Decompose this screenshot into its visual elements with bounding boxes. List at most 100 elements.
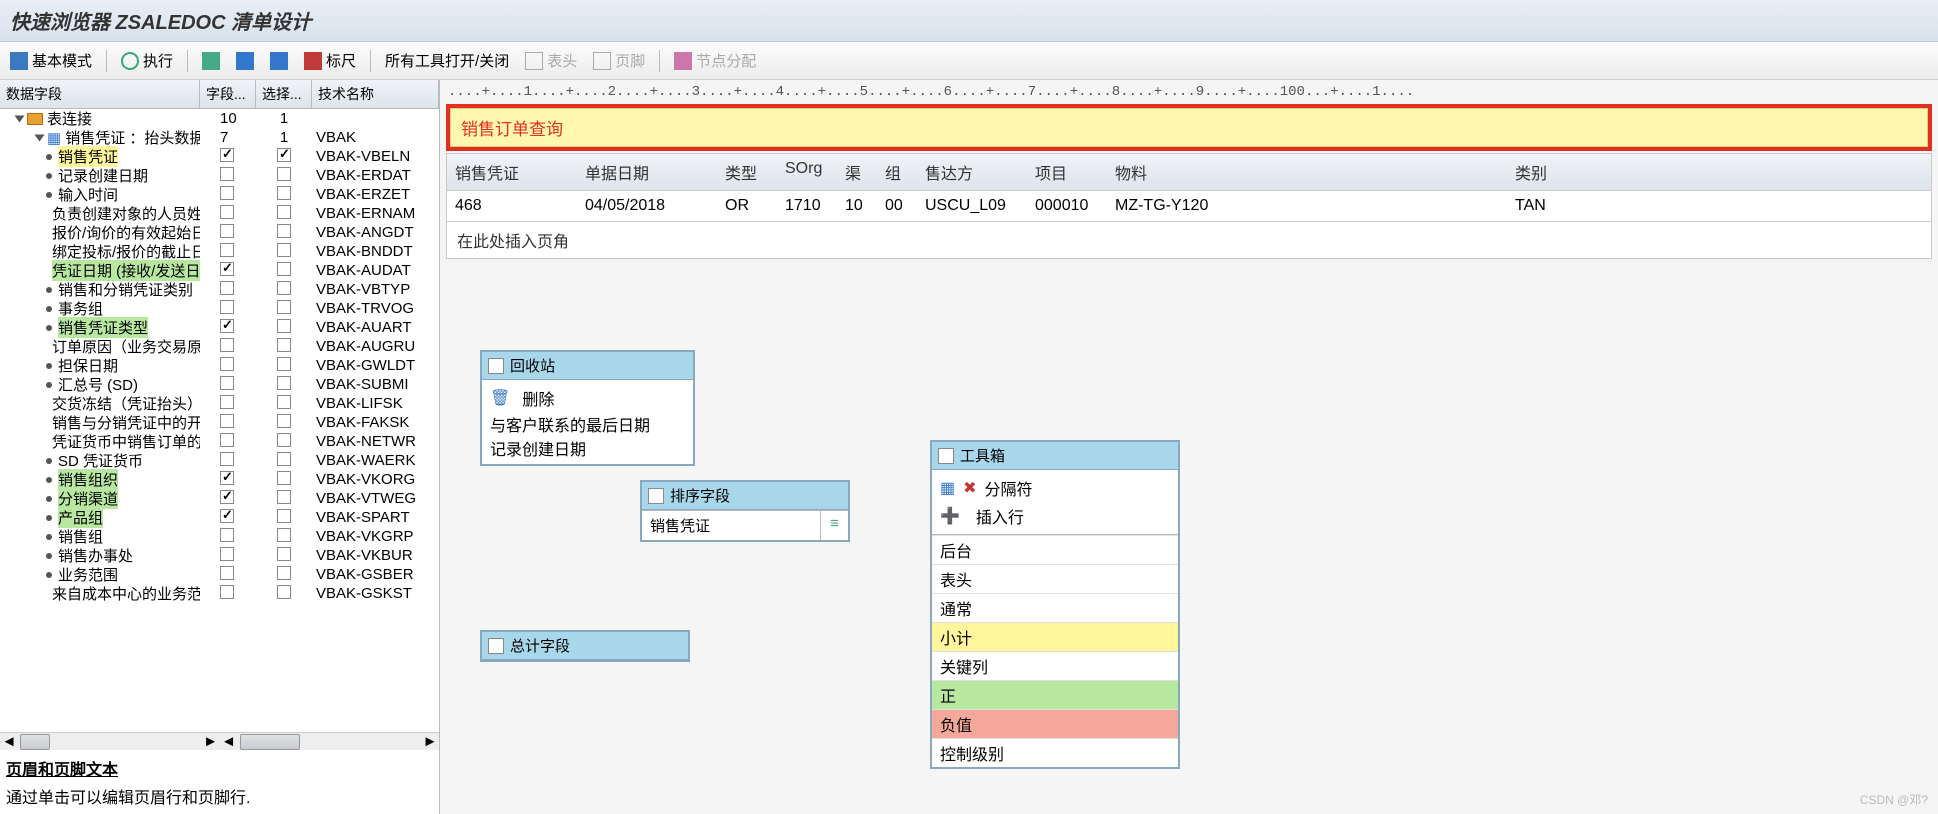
select-checkbox[interactable] xyxy=(277,376,291,390)
toggle-tools-button[interactable]: 所有工具打开/关闭 xyxy=(379,48,515,73)
field-row[interactable]: 订单原因（业务交易原 VBAK-AUGRU xyxy=(0,337,439,356)
select-checkbox[interactable] xyxy=(277,433,291,447)
tree-h-scrollbar[interactable]: ◄►◄► xyxy=(0,732,439,750)
field-row[interactable]: 销售凭证类型 VBAK-AUART xyxy=(0,318,439,337)
field-row[interactable]: 交货冻结（凭证抬头） VBAK-LIFSK xyxy=(0,394,439,413)
report-footer[interactable]: 在此处插入页角 xyxy=(447,222,1931,258)
field-row[interactable]: 分销渠道 VBAK-VTWEG xyxy=(0,489,439,508)
field-row[interactable]: 负责创建对象的人员姓 VBAK-ERNAM xyxy=(0,204,439,223)
select-checkbox[interactable] xyxy=(277,509,291,523)
field-row[interactable]: 业务范围 VBAK-GSBER xyxy=(0,565,439,584)
field-row[interactable]: 销售和分销凭证类别 VBAK-VBTYP xyxy=(0,280,439,299)
col-tech[interactable]: 技术名称 xyxy=(312,80,439,108)
col-field[interactable]: 字段... xyxy=(200,80,256,108)
field-checkbox[interactable] xyxy=(220,395,234,409)
icon-button-3[interactable] xyxy=(264,50,294,72)
field-row[interactable]: 事务组 VBAK-TRVOG xyxy=(0,299,439,318)
field-row[interactable]: 销售组织 VBAK-VKORG xyxy=(0,470,439,489)
field-checkbox[interactable] xyxy=(220,528,234,542)
field-row[interactable]: 担保日期 VBAK-GWLDT xyxy=(0,356,439,375)
field-checkbox[interactable] xyxy=(220,471,234,485)
field-row[interactable]: 汇总号 (SD) VBAK-SUBMI xyxy=(0,375,439,394)
select-checkbox[interactable] xyxy=(277,186,291,200)
pin-icon[interactable] xyxy=(488,638,504,654)
field-row[interactable]: 凭证日期 (接收/发送日 VBAK-AUDAT xyxy=(0,261,439,280)
field-checkbox[interactable] xyxy=(220,452,234,466)
query-title-input[interactable]: 销售订单查询 xyxy=(450,108,1928,147)
toolbox-item[interactable]: 负值 xyxy=(932,709,1178,738)
select-checkbox[interactable] xyxy=(277,205,291,219)
field-checkbox[interactable] xyxy=(220,319,234,333)
report-data-row[interactable]: 468 04/05/2018 OR 1710 10 00 USCU_L09 00… xyxy=(447,191,1931,222)
toolbox-item[interactable]: 通常 xyxy=(932,593,1178,622)
select-checkbox[interactable] xyxy=(277,414,291,428)
select-checkbox[interactable] xyxy=(277,319,291,333)
pin-icon[interactable] xyxy=(938,448,954,464)
icon-button-2[interactable] xyxy=(230,50,260,72)
field-checkbox[interactable] xyxy=(220,376,234,390)
ruler-button[interactable]: 标尺 xyxy=(298,48,362,73)
toolbox-insert-row[interactable]: ➕插入行 xyxy=(940,502,1170,530)
pin-icon[interactable] xyxy=(488,358,504,374)
execute-button[interactable]: 执行 xyxy=(115,48,179,73)
field-checkbox[interactable] xyxy=(220,433,234,447)
col-datafield[interactable]: 数据字段 xyxy=(0,80,200,108)
field-checkbox[interactable] xyxy=(220,547,234,561)
header-button[interactable]: 表头 xyxy=(519,48,583,73)
select-checkbox[interactable] xyxy=(277,300,291,314)
field-checkbox[interactable] xyxy=(220,338,234,352)
pin-icon[interactable] xyxy=(648,488,664,504)
col-select[interactable]: 选择... xyxy=(256,80,312,108)
toolbox-item[interactable]: 正 xyxy=(932,680,1178,709)
field-checkbox[interactable] xyxy=(220,509,234,523)
select-checkbox[interactable] xyxy=(277,395,291,409)
select-checkbox[interactable] xyxy=(277,585,291,599)
field-row[interactable]: 报价/询价的有效起始日 VBAK-ANGDT xyxy=(0,223,439,242)
field-checkbox[interactable] xyxy=(220,585,234,599)
select-checkbox[interactable] xyxy=(277,452,291,466)
field-checkbox[interactable] xyxy=(220,281,234,295)
field-row[interactable]: 来自成本中心的业务范 VBAK-GSKST xyxy=(0,584,439,603)
recycle-item-2[interactable]: 记录创建日期 xyxy=(490,436,685,460)
select-checkbox[interactable] xyxy=(277,224,291,238)
toolbox-item[interactable]: 控制级别 xyxy=(932,738,1178,767)
field-row[interactable]: SD 凭证货币 VBAK-WAERK xyxy=(0,451,439,470)
field-checkbox[interactable] xyxy=(220,148,234,162)
select-checkbox[interactable] xyxy=(277,338,291,352)
field-checkbox[interactable] xyxy=(220,243,234,257)
field-row[interactable]: 输入时间 VBAK-ERZET xyxy=(0,185,439,204)
select-checkbox[interactable] xyxy=(277,490,291,504)
field-checkbox[interactable] xyxy=(220,414,234,428)
toolbox-separator[interactable]: ▦✖分隔符 xyxy=(940,474,1170,502)
field-row[interactable]: 绑定投标/报价的截止日 VBAK-BNDDT xyxy=(0,242,439,261)
select-checkbox[interactable] xyxy=(277,243,291,257)
select-checkbox[interactable] xyxy=(277,148,291,162)
field-checkbox[interactable] xyxy=(220,167,234,181)
select-checkbox[interactable] xyxy=(277,281,291,295)
field-row[interactable]: 销售与分销凭证中的开 VBAK-FAKSK xyxy=(0,413,439,432)
field-checkbox[interactable] xyxy=(220,566,234,580)
field-checkbox[interactable] xyxy=(220,262,234,276)
sort-field-row[interactable]: 销售凭证≡ xyxy=(642,510,848,540)
select-checkbox[interactable] xyxy=(277,167,291,181)
toolbox-item[interactable]: 后台 xyxy=(932,535,1178,564)
icon-button-1[interactable] xyxy=(196,50,226,72)
field-row[interactable]: 产品组 VBAK-SPART xyxy=(0,508,439,527)
footer-button[interactable]: 页脚 xyxy=(587,48,651,73)
field-checkbox[interactable] xyxy=(220,300,234,314)
select-checkbox[interactable] xyxy=(277,471,291,485)
recycle-delete[interactable]: 🗑删除 xyxy=(490,384,685,412)
sort-panel[interactable]: 排序字段 销售凭证≡ xyxy=(640,480,850,542)
toolbox-item[interactable]: 小计 xyxy=(932,622,1178,651)
field-checkbox[interactable] xyxy=(220,205,234,219)
select-checkbox[interactable] xyxy=(277,357,291,371)
toolbox-item[interactable]: 表头 xyxy=(932,564,1178,593)
field-row[interactable]: 销售凭证 VBAK-VBELN xyxy=(0,147,439,166)
field-checkbox[interactable] xyxy=(220,186,234,200)
select-checkbox[interactable] xyxy=(277,528,291,542)
select-checkbox[interactable] xyxy=(277,262,291,276)
node-assign-button[interactable]: 节点分配 xyxy=(668,48,762,73)
totals-panel[interactable]: 总计字段 xyxy=(480,630,690,662)
select-checkbox[interactable] xyxy=(277,566,291,580)
recycle-panel[interactable]: 回收站 🗑删除 与客户联系的最后日期 记录创建日期 xyxy=(480,350,695,466)
